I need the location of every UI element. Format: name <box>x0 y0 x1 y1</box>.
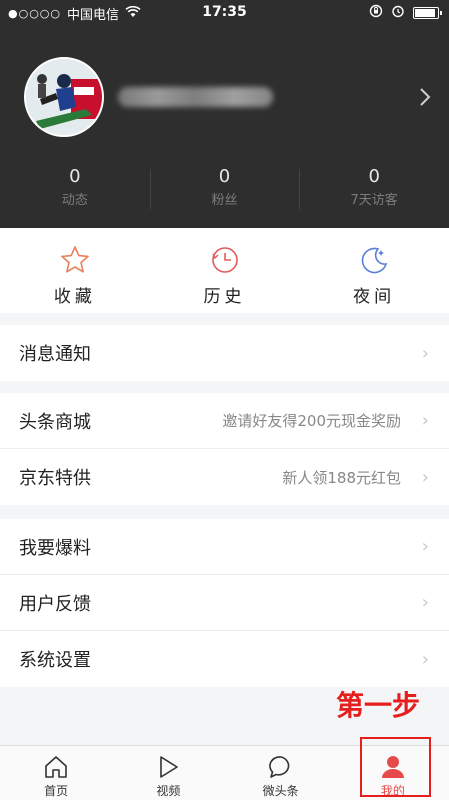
quick-actions: 收藏 历史 夜间 <box>0 228 449 313</box>
chevron-right-icon: › <box>421 592 429 613</box>
history-button[interactable]: 历史 <box>150 228 300 313</box>
night-mode-button[interactable]: 夜间 <box>299 228 449 313</box>
history-label: 历史 <box>203 287 246 307</box>
tab-video[interactable]: 视频 <box>112 746 224 800</box>
tab-label: 视频 <box>156 784 181 798</box>
moon-icon <box>358 244 390 276</box>
star-icon <box>59 244 91 276</box>
profile-header: ●○○○○ 中国电信 17:35 0 动态 0 粉丝 0 7天访客 <box>0 0 449 228</box>
stat-value: 0 <box>218 166 231 187</box>
chevron-right-icon: › <box>421 342 429 364</box>
stat-label: 粉丝 <box>211 193 238 208</box>
stat-dynamics[interactable]: 0 动态 <box>0 165 150 215</box>
status-bar: ●○○○○ 中国电信 17:35 <box>0 0 449 26</box>
clock-icon <box>209 244 241 276</box>
row-label: 消息通知 <box>19 344 91 365</box>
home-icon <box>43 754 69 780</box>
list-item-mall[interactable]: 头条商城 邀请好友得200元现金奖励 › <box>0 393 449 449</box>
row-label: 用户反馈 <box>19 593 91 615</box>
row-subtext: 邀请好友得200元现金奖励 <box>222 412 401 430</box>
chevron-right-icon[interactable] <box>419 87 431 113</box>
step-annotation: 第一步 <box>336 689 421 722</box>
username-blurred <box>118 87 273 107</box>
row-label: 头条商城 <box>19 411 91 433</box>
list-item-system-settings[interactable]: 系统设置 › <box>0 631 449 687</box>
row-subtext: 新人领188元红包 <box>282 468 401 487</box>
stat-value: 0 <box>69 166 81 187</box>
stat-label: 7天访客 <box>350 193 398 208</box>
avatar[interactable] <box>24 57 104 137</box>
profile-row[interactable] <box>0 55 449 140</box>
stat-visitors[interactable]: 0 7天访客 <box>299 165 449 215</box>
rotation-lock-icon <box>369 4 383 22</box>
row-label: 我要爆料 <box>19 537 91 559</box>
tab-label: 微头条 <box>262 784 299 798</box>
tab-label: 首页 <box>44 784 69 798</box>
chat-bubble-icon <box>268 754 294 780</box>
chevron-right-icon: › <box>421 536 429 557</box>
tab-home[interactable]: 首页 <box>0 746 112 800</box>
favorites-button[interactable]: 收藏 <box>0 228 150 313</box>
battery-icon <box>413 7 442 19</box>
list-item-notifications[interactable]: 消息通知 › <box>0 325 449 381</box>
highlight-box <box>360 737 431 797</box>
favorites-label: 收藏 <box>53 287 96 307</box>
chevron-right-icon: › <box>421 648 429 670</box>
night-mode-label: 夜间 <box>353 287 396 307</box>
list-item-feedback[interactable]: 用户反馈 › <box>0 575 449 631</box>
settings-group-1: 消息通知 › <box>0 325 449 381</box>
stat-label: 动态 <box>61 193 88 208</box>
stats-bar: 0 动态 0 粉丝 0 7天访客 <box>0 165 449 215</box>
row-label: 系统设置 <box>19 650 91 671</box>
alarm-icon <box>391 4 405 22</box>
settings-group-2: 头条商城 邀请好友得200元现金奖励 › 京东特供 新人领188元红包 › <box>0 393 449 505</box>
list-item-report-news[interactable]: 我要爆料 › <box>0 519 449 575</box>
stat-value: 0 <box>368 166 380 187</box>
tab-micro-headlines[interactable]: 微头条 <box>225 746 337 800</box>
row-label: 京东特供 <box>19 468 91 489</box>
settings-group-3: 我要爆料 › 用户反馈 › 系统设置 › <box>0 519 449 687</box>
play-icon <box>155 754 181 780</box>
list-item-jd-special[interactable]: 京东特供 新人领188元红包 › <box>0 449 449 505</box>
stat-fans[interactable]: 0 粉丝 <box>149 165 300 215</box>
chevron-right-icon: › <box>421 466 429 488</box>
chevron-right-icon: › <box>421 410 429 431</box>
